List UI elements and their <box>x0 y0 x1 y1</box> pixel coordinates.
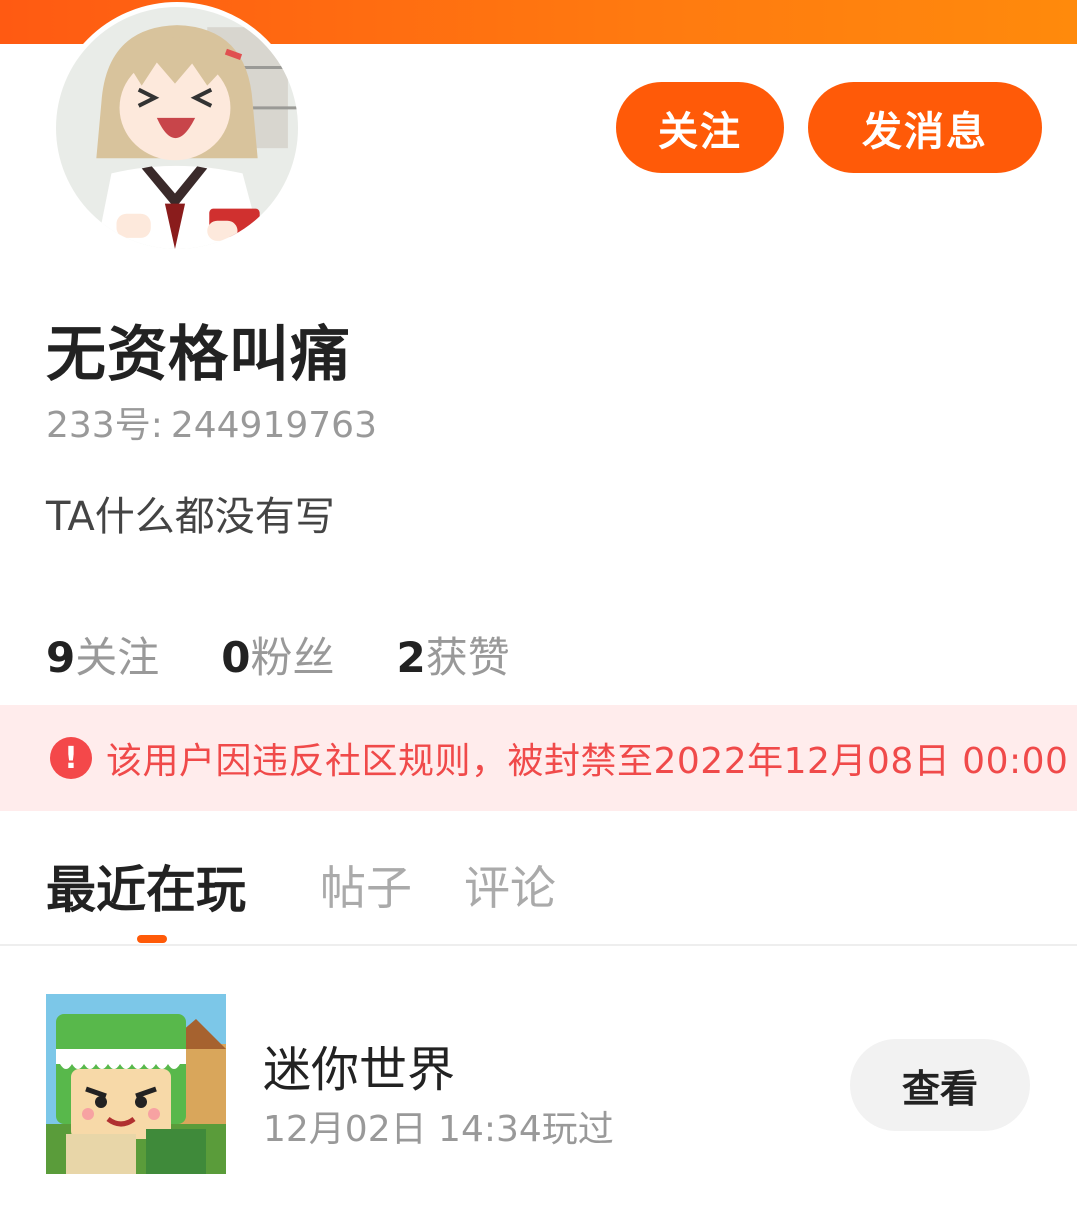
active-tab-indicator <box>137 935 167 943</box>
follow-button[interactable]: 关注 <box>616 82 784 173</box>
game-icon[interactable] <box>46 994 226 1174</box>
warning-icon: ! <box>50 737 92 779</box>
user-id-value: 244919763 <box>170 405 377 446</box>
profile-tabs: 最近在玩 帖子 评论 <box>0 844 1077 946</box>
ban-notice: ! 该用户因违反社区规则，被封禁至2022年12月08日 00:00 <box>0 705 1077 811</box>
user-bio: TA什么都没有写 <box>46 494 335 540</box>
view-game-button[interactable]: 查看 <box>850 1039 1030 1131</box>
stat-followers[interactable]: 0 粉丝 <box>221 624 334 685</box>
stat-following[interactable]: 9 关注 <box>46 624 159 685</box>
tab-posts[interactable]: 帖子 <box>320 852 412 918</box>
tab-comments[interactable]: 评论 <box>464 852 556 918</box>
game-last-played: 12月02日 14:34玩过 <box>263 1109 614 1150</box>
send-message-button[interactable]: 发消息 <box>808 82 1042 173</box>
mini-world-game-icon <box>46 994 226 1174</box>
game-name: 迷你世界 <box>263 1042 456 1098</box>
stat-followers-label: 粉丝 <box>250 633 335 682</box>
stat-following-count: 9 <box>46 633 76 682</box>
avatar[interactable] <box>51 2 303 254</box>
tab-recently-played[interactable]: 最近在玩 <box>46 850 246 922</box>
username: 无资格叫痛 <box>46 320 351 390</box>
stat-likes-count: 2 <box>396 633 426 682</box>
stat-likes: 2 获赞 <box>397 624 510 685</box>
user-id: 233号: 244919763 <box>46 396 377 448</box>
user-id-label: 233号: <box>46 405 163 446</box>
profile-stats: 9 关注 0 粉丝 2 获赞 <box>46 624 572 685</box>
stat-followers-count: 0 <box>221 633 251 682</box>
stat-following-label: 关注 <box>75 633 160 682</box>
ban-notice-text: 该用户因违反社区规则，被封禁至2022年12月08日 00:00 <box>106 741 1069 782</box>
stat-likes-label: 获赞 <box>425 633 510 682</box>
avatar-anime-girl-icon <box>56 7 298 249</box>
